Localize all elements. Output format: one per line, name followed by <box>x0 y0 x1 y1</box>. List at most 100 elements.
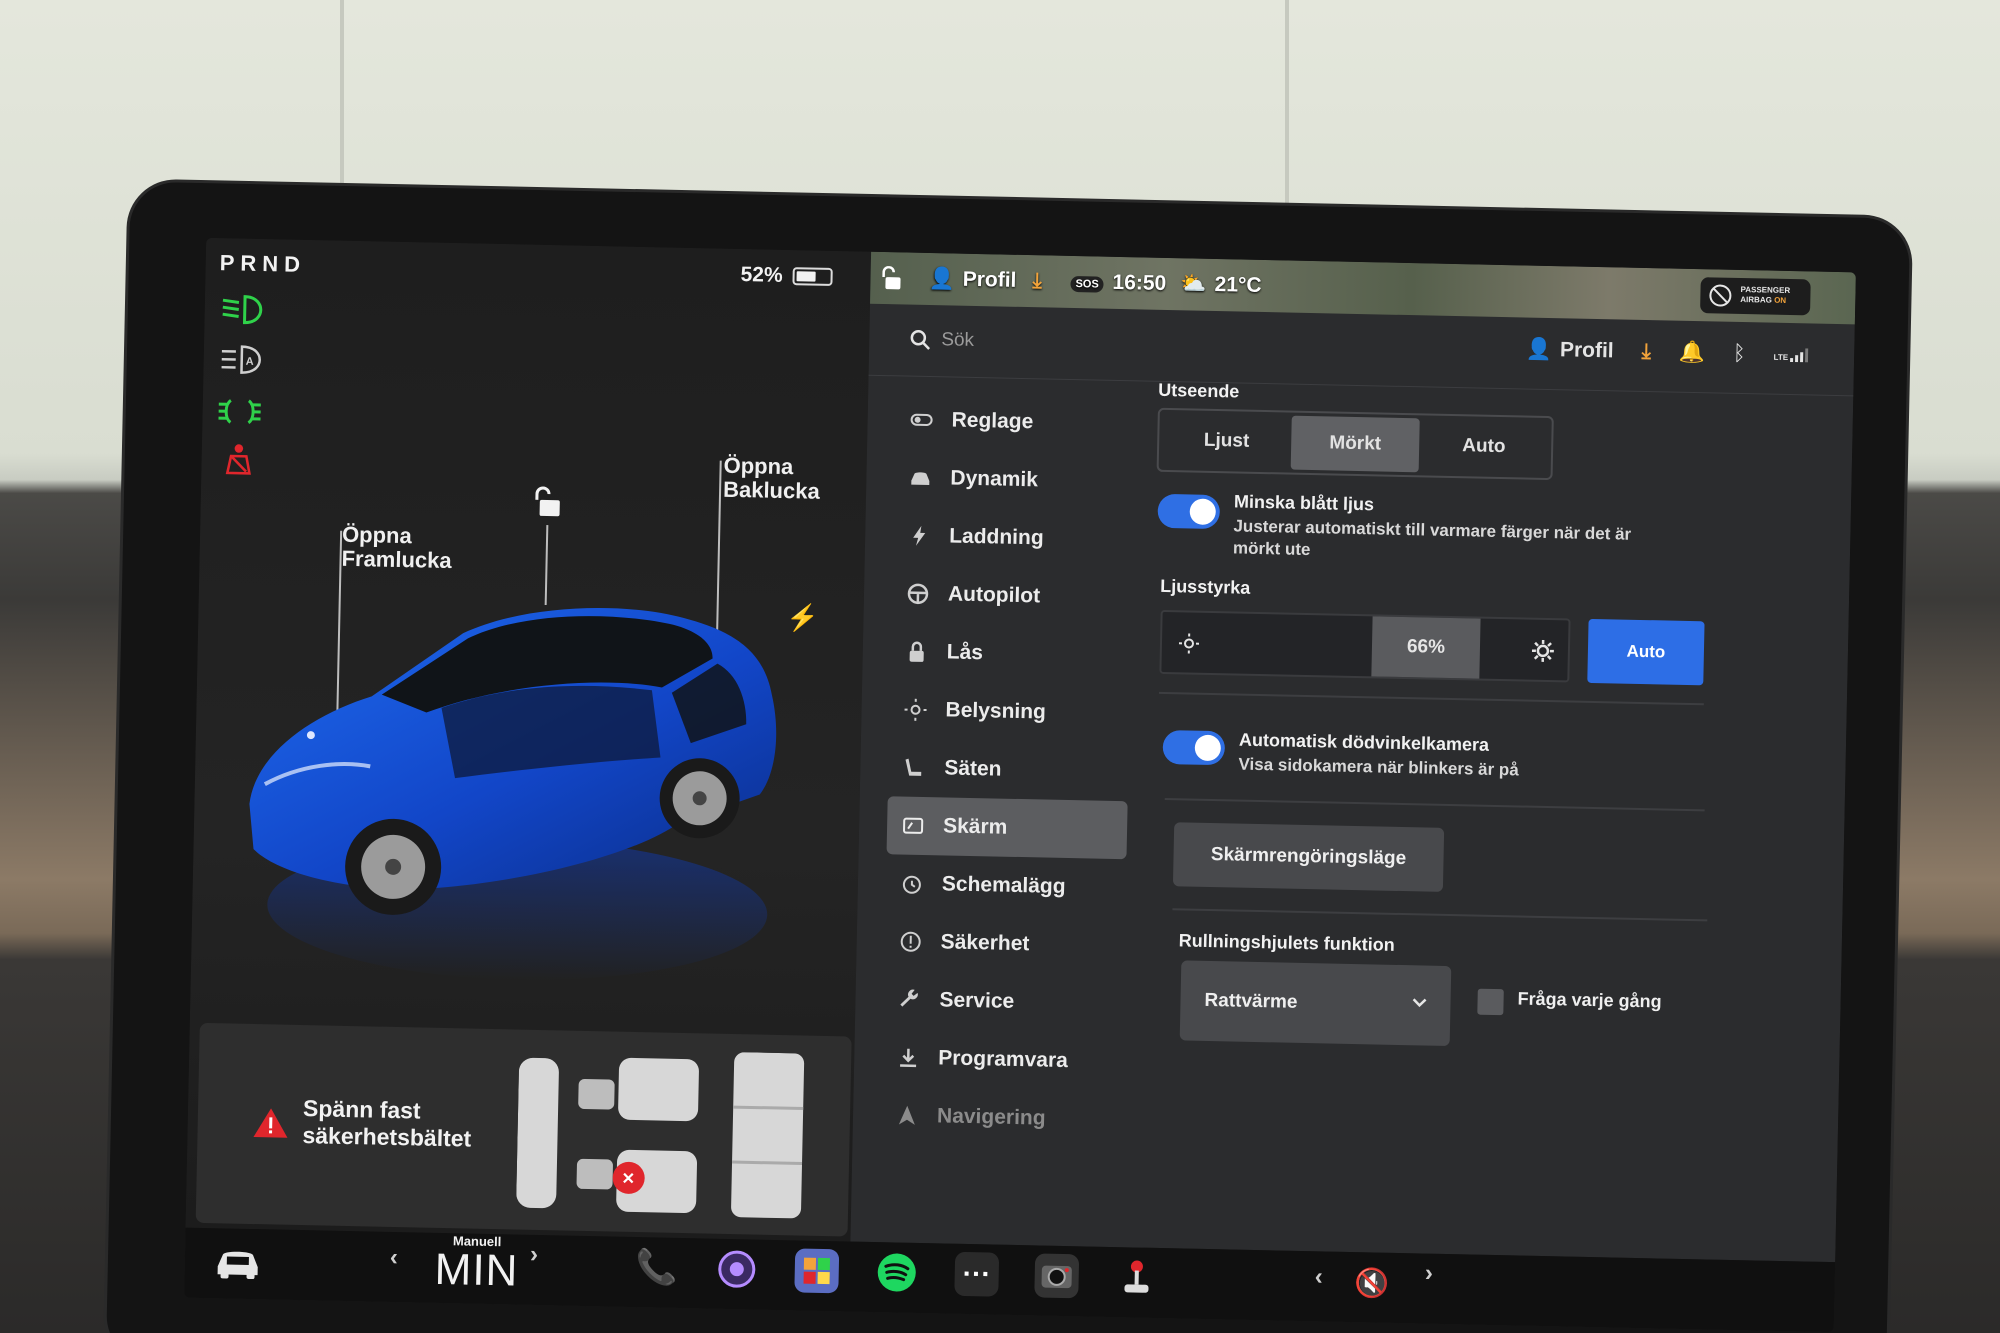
nav-item-label: Navigering <box>936 1104 1046 1130</box>
svg-text:✕: ✕ <box>621 1171 635 1188</box>
screen-clean-mode-button[interactable]: Skärmrengöringsläge <box>1172 822 1445 892</box>
gear-indicator: PRND <box>219 250 307 277</box>
front-trunk-label-line2: Framlucka <box>341 545 452 574</box>
nav-item-skärm[interactable]: Skärm <box>886 796 1128 860</box>
scroll-wheel-dropdown[interactable]: Rattvärme <box>1179 960 1452 1047</box>
person-icon: 👤 <box>928 266 955 291</box>
nav-item-laddning[interactable]: Laddning <box>893 506 1134 569</box>
unlocked-icon[interactable] <box>880 265 902 290</box>
climate-mode-display[interactable]: Manuell MIN <box>434 1233 519 1296</box>
profile-button[interactable]: 👤 Profil <box>1526 338 1614 364</box>
cellular-signal: LTE <box>1774 348 1809 363</box>
nav-item-säten[interactable]: Säten <box>888 738 1129 801</box>
battery-percent: 52% <box>740 263 783 287</box>
nav-item-label: Lås <box>946 640 984 665</box>
nav-item-säkerhet[interactable]: Säkerhet <box>884 912 1125 975</box>
dashcam-icon[interactable] <box>1034 1253 1080 1299</box>
download-icon <box>900 1048 917 1068</box>
outside-temperature: 21°C <box>1214 272 1262 297</box>
nav-item-autopilot[interactable]: Autopilot <box>891 564 1132 627</box>
nav-item-label: Dynamik <box>950 466 1039 492</box>
joystick-arcade-icon[interactable] <box>1114 1255 1159 1300</box>
nav-item-label: Skärm <box>942 814 1008 839</box>
climate-decrease-chevron[interactable]: ‹ <box>390 1244 399 1272</box>
brightness-slider[interactable]: 66% <box>1159 609 1571 683</box>
download-status-icon[interactable]: ⤓ <box>1032 269 1042 293</box>
volume-muted-icon[interactable]: 🔇 <box>1349 1260 1394 1305</box>
nav-item-belysning[interactable]: Belysning <box>889 680 1130 743</box>
lte-label: LTE <box>1773 352 1789 362</box>
seatbelt-warning-line1: Spänn fast <box>302 1095 421 1124</box>
nav-item-navigering[interactable]: Navigering <box>880 1086 1121 1149</box>
ask-every-time-checkbox[interactable] <box>1477 988 1504 1016</box>
nav-item-service[interactable]: Service <box>883 970 1124 1033</box>
airbag-label-line2: AIRBAG <box>1740 294 1772 305</box>
nav-item-programvara[interactable]: Programvara <box>882 1028 1123 1091</box>
status-profile[interactable]: 👤 Profil <box>928 267 1016 293</box>
wrench-icon <box>900 989 918 1007</box>
brightness-slider-handle[interactable]: 66% <box>1371 616 1481 679</box>
airbag-state: ON <box>1774 295 1787 305</box>
settings-panel: 👤 Profil ⤓ SOS 16:50 ⛅ 21°C PASSENGER AI… <box>850 251 1856 1263</box>
appearance-option-dark[interactable]: Mörkt <box>1290 415 1421 473</box>
reduce-blue-light-description: Justerar automatiskt till varmare färger… <box>1232 516 1632 560</box>
charge-port-icon[interactable]: ⚡ <box>786 602 819 634</box>
blindspot-camera-toggle[interactable] <box>1162 729 1226 766</box>
status-profile-label: Profil <box>962 267 1017 292</box>
divider <box>1158 691 1704 706</box>
ask-every-time-label: Fråga varje gång <box>1517 988 1662 1012</box>
sos-icon[interactable]: SOS <box>1070 275 1104 293</box>
warning-triangle-icon <box>253 1108 288 1138</box>
bluetooth-icon[interactable]: ᛒ <box>1733 342 1746 366</box>
search-input[interactable] <box>940 325 1242 362</box>
phone-icon[interactable]: 📞 <box>634 1245 679 1290</box>
volume-decrease-chevron[interactable]: ‹ <box>1314 1263 1323 1291</box>
svg-text:A: A <box>246 356 254 368</box>
scroll-wheel-label: Rullningshjulets funktion <box>1178 930 1395 955</box>
info-circle-icon <box>900 931 921 952</box>
toybox-icon[interactable] <box>794 1248 840 1294</box>
nav-item-lås[interactable]: Lås <box>890 622 1131 685</box>
seatbelt-alert-card: Spänn fast säkerhetsbältet ✕ <box>195 1022 852 1237</box>
nav-item-label: Programvara <box>938 1046 1069 1073</box>
lock-icon <box>909 641 924 662</box>
seatbelt-warning-icon <box>225 444 251 475</box>
nav-item-label: Service <box>939 988 1015 1013</box>
nav-item-label: Laddning <box>948 524 1044 550</box>
download-icon[interactable]: ⤓ <box>1641 340 1651 364</box>
nav-item-reglage[interactable]: Reglage <box>895 390 1136 453</box>
bell-icon[interactable]: 🔔 <box>1679 341 1706 366</box>
spotify-icon[interactable] <box>874 1250 919 1295</box>
more-apps-icon[interactable]: ··· <box>954 1251 1000 1297</box>
divider <box>1164 798 1705 812</box>
seat-occupancy-map: ✕ <box>516 1052 805 1219</box>
car-3d-model <box>249 608 777 980</box>
sun-bright-icon <box>1531 639 1554 662</box>
reduce-blue-light-toggle[interactable] <box>1157 493 1221 530</box>
volume-increase-chevron[interactable]: › <box>1425 1260 1434 1288</box>
brightness-auto-button[interactable]: Auto <box>1587 618 1705 686</box>
climate-mode-big-label: MIN <box>434 1244 519 1296</box>
open-rear-trunk-button[interactable]: Öppna Baklucka <box>723 453 821 504</box>
open-front-trunk-button[interactable]: Öppna Framlucka <box>341 522 452 574</box>
battery-fill <box>796 271 816 282</box>
nav-item-schemalägg[interactable]: Schemalägg <box>885 854 1126 917</box>
battery-icon <box>792 267 833 286</box>
low-beam-icon <box>222 295 263 325</box>
nav-item-label: Autopilot <box>947 582 1041 608</box>
nav-item-label: Schemalägg <box>941 872 1066 898</box>
display-icon <box>903 817 924 834</box>
chevron-down-icon <box>1412 998 1427 1008</box>
photo-scene: PRND A 52% Öppna Framlucka Öppna Bakluck… <box>0 0 2000 1333</box>
camera-app-icon[interactable] <box>714 1247 759 1292</box>
nav-item-dynamik[interactable]: Dynamik <box>894 448 1135 511</box>
climate-increase-chevron[interactable]: › <box>530 1241 539 1269</box>
search-icon[interactable] <box>909 329 931 351</box>
car-icon[interactable] <box>212 1244 263 1281</box>
appearance-option-auto[interactable]: Auto <box>1419 418 1549 475</box>
appearance-option-light[interactable]: Ljust <box>1162 413 1292 470</box>
scroll-wheel-value: Rattvärme <box>1204 989 1298 1013</box>
battery-status: 52% <box>740 263 833 289</box>
unlock-icon[interactable] <box>530 485 565 520</box>
touchscreen: PRND A 52% Öppna Framlucka Öppna Bakluck… <box>184 237 1856 1333</box>
